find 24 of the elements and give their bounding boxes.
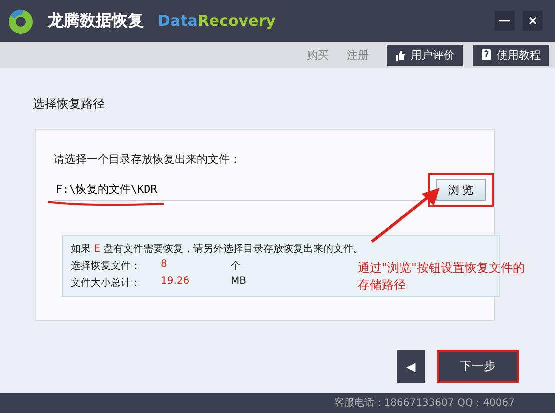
minimize-button[interactable]: — xyxy=(495,11,515,31)
book-icon xyxy=(481,49,492,61)
contact-text: 客服电话：18667133607 QQ：40067 xyxy=(334,396,515,410)
info-value: 8 xyxy=(161,259,168,272)
prompt-text: 请选择一个目录存放恢复出来的文件： xyxy=(54,152,242,167)
next-button[interactable]: 下一步 xyxy=(437,350,519,383)
section-title: 选择恢复路径 xyxy=(33,96,106,113)
tutorial-button[interactable]: 使用教程 xyxy=(473,44,549,66)
back-button[interactable]: ◀ xyxy=(397,350,425,383)
annotation-text: 通过"浏览"按钮设置恢复文件的存储路径 xyxy=(358,260,526,294)
info-value: 19.26 xyxy=(161,276,191,289)
info-unit: 个 xyxy=(231,260,241,273)
review-button[interactable]: 用户评价 xyxy=(387,44,463,66)
close-button[interactable]: ✕ xyxy=(523,11,543,31)
info-unit: MB xyxy=(231,276,246,289)
brand-text: Recovery xyxy=(198,12,276,30)
thumbs-up-icon xyxy=(395,50,406,60)
window-title: 龙腾数据恢复 xyxy=(48,10,144,32)
browse-button[interactable]: 浏 览 xyxy=(436,179,486,201)
info-label: 选择恢复文件： xyxy=(71,260,142,273)
info-label: 文件大小总计： xyxy=(71,276,142,290)
brand-text: Data xyxy=(158,12,198,30)
path-field[interactable]: F:\恢复的文件\KDR xyxy=(54,179,426,201)
info-text: 如果 E 盘有文件需要恢复，请另外选择目录存放恢复出来的文件。 xyxy=(71,242,365,256)
